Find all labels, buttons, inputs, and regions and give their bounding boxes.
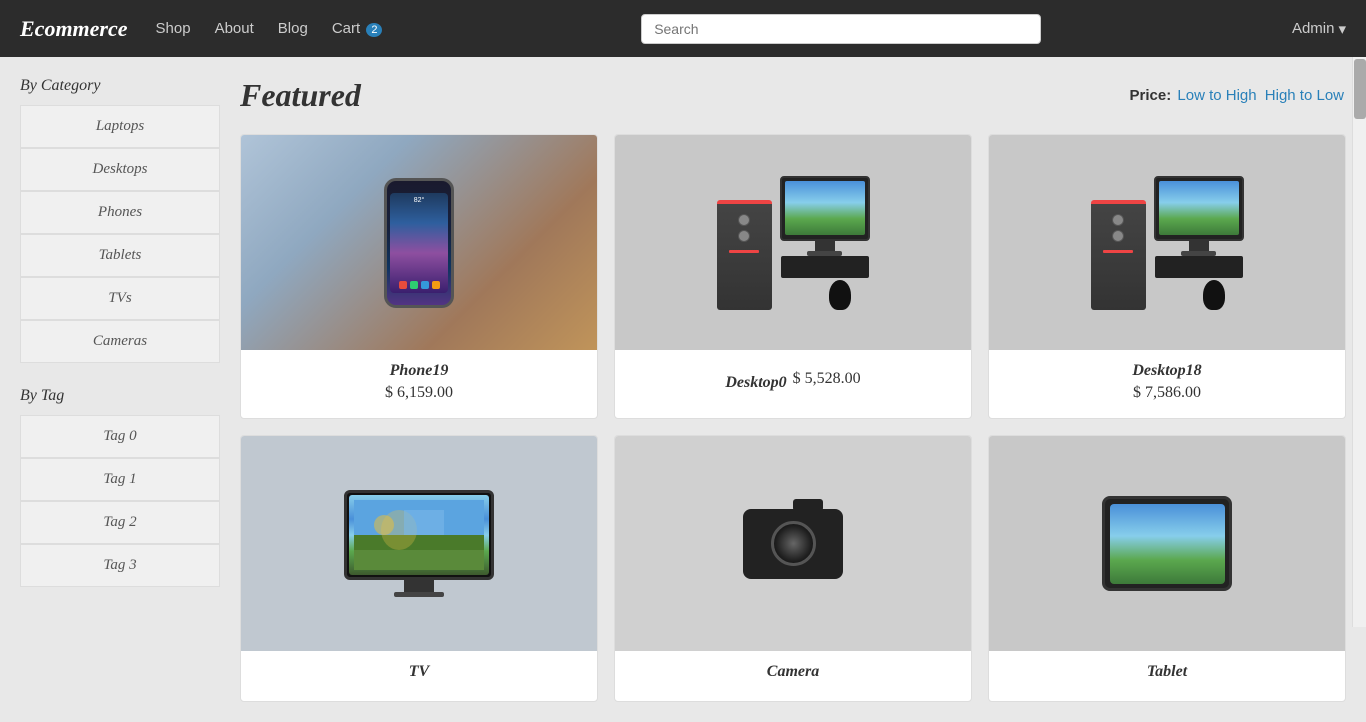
product-card-camera[interactable]: Camera bbox=[614, 435, 972, 702]
sidebar-item-desktops[interactable]: Desktops bbox=[20, 148, 220, 191]
product-image-tv bbox=[241, 436, 597, 651]
price-sort: Price: Low to High High to Low bbox=[1130, 87, 1346, 104]
product-price: $ 7,586.00 bbox=[1133, 384, 1201, 402]
nav-cart[interactable]: Cart 2 bbox=[324, 16, 391, 41]
price-label: Price: bbox=[1130, 87, 1172, 104]
by-tag-title: By Tag bbox=[20, 387, 220, 405]
sort-low-to-high[interactable]: Low to High bbox=[1177, 87, 1256, 104]
main-header: Featured Price: Low to High High to Low bbox=[240, 77, 1346, 114]
sidebar-item-tag3[interactable]: Tag 3 bbox=[20, 544, 220, 587]
product-name: TV bbox=[409, 663, 429, 681]
admin-dropdown[interactable]: Admin ▾ bbox=[1292, 20, 1346, 38]
product-price: $ 6,159.00 bbox=[385, 384, 453, 402]
navbar: Ecommerce Shop About Blog Cart 2 Admin ▾ bbox=[0, 0, 1366, 57]
desktop-icon-2 bbox=[1091, 176, 1244, 310]
sidebar-item-laptops[interactable]: Laptops bbox=[20, 105, 220, 148]
tv-icon bbox=[344, 490, 494, 597]
nav-links: Shop About Blog Cart 2 bbox=[148, 16, 391, 41]
sidebar-item-tag0[interactable]: Tag 0 bbox=[20, 415, 220, 458]
product-name: Camera bbox=[767, 663, 819, 681]
scrollbar[interactable] bbox=[1352, 57, 1366, 627]
search-input[interactable] bbox=[641, 14, 1041, 44]
product-image-phone19: 82° bbox=[241, 135, 597, 350]
desktop-icon bbox=[717, 176, 870, 310]
scrollbar-thumb[interactable] bbox=[1354, 59, 1366, 119]
product-grid: 82° Phone19 $ 6,159.00 bbox=[240, 134, 1346, 702]
search-container bbox=[390, 14, 1291, 44]
sidebar-item-tag2[interactable]: Tag 2 bbox=[20, 501, 220, 544]
phone-icon: 82° bbox=[384, 178, 454, 308]
sidebar-item-cameras[interactable]: Cameras bbox=[20, 320, 220, 363]
product-image-desktop0 bbox=[615, 135, 971, 350]
product-card-phone19[interactable]: 82° Phone19 $ 6,159.00 bbox=[240, 134, 598, 419]
page-content: By Category Laptops Desktops Phones Tabl… bbox=[0, 57, 1366, 722]
tablet-icon bbox=[1102, 496, 1232, 591]
sort-high-to-low[interactable]: High to Low bbox=[1265, 87, 1344, 104]
cart-badge: 2 bbox=[366, 23, 382, 37]
product-card-tv[interactable]: TV bbox=[240, 435, 598, 702]
camera-icon bbox=[743, 509, 843, 579]
by-category-title: By Category bbox=[20, 77, 220, 95]
sidebar-item-tablets[interactable]: Tablets bbox=[20, 234, 220, 277]
product-image-camera bbox=[615, 436, 971, 651]
product-image-tablet bbox=[989, 436, 1345, 651]
product-name: Desktop0 bbox=[725, 374, 786, 392]
nav-about[interactable]: About bbox=[207, 16, 262, 41]
product-price: $ 5,528.00 bbox=[793, 370, 861, 388]
by-tag-section: By Tag Tag 0 Tag 1 Tag 2 Tag 3 bbox=[20, 387, 220, 587]
nav-blog[interactable]: Blog bbox=[270, 16, 316, 41]
main-content: Featured Price: Low to High High to Low … bbox=[240, 77, 1346, 702]
admin-label: Admin bbox=[1292, 20, 1335, 37]
sidebar-item-tag1[interactable]: Tag 1 bbox=[20, 458, 220, 501]
sidebar: By Category Laptops Desktops Phones Tabl… bbox=[20, 77, 220, 702]
product-card-desktop18[interactable]: Desktop18 $ 7,586.00 bbox=[988, 134, 1346, 419]
sidebar-item-tvs[interactable]: TVs bbox=[20, 277, 220, 320]
nav-shop[interactable]: Shop bbox=[148, 16, 199, 41]
product-name: Phone19 bbox=[390, 362, 449, 380]
product-name: Desktop18 bbox=[1132, 362, 1201, 380]
product-card-tablet[interactable]: Tablet bbox=[988, 435, 1346, 702]
brand-logo: Ecommerce bbox=[20, 16, 128, 42]
chevron-down-icon: ▾ bbox=[1338, 20, 1346, 38]
product-card-desktop0[interactable]: Desktop0 $ 5,528.00 bbox=[614, 134, 972, 419]
product-image-desktop18 bbox=[989, 135, 1345, 350]
product-name: Tablet bbox=[1147, 663, 1187, 681]
featured-title: Featured bbox=[240, 77, 361, 114]
sidebar-item-phones[interactable]: Phones bbox=[20, 191, 220, 234]
